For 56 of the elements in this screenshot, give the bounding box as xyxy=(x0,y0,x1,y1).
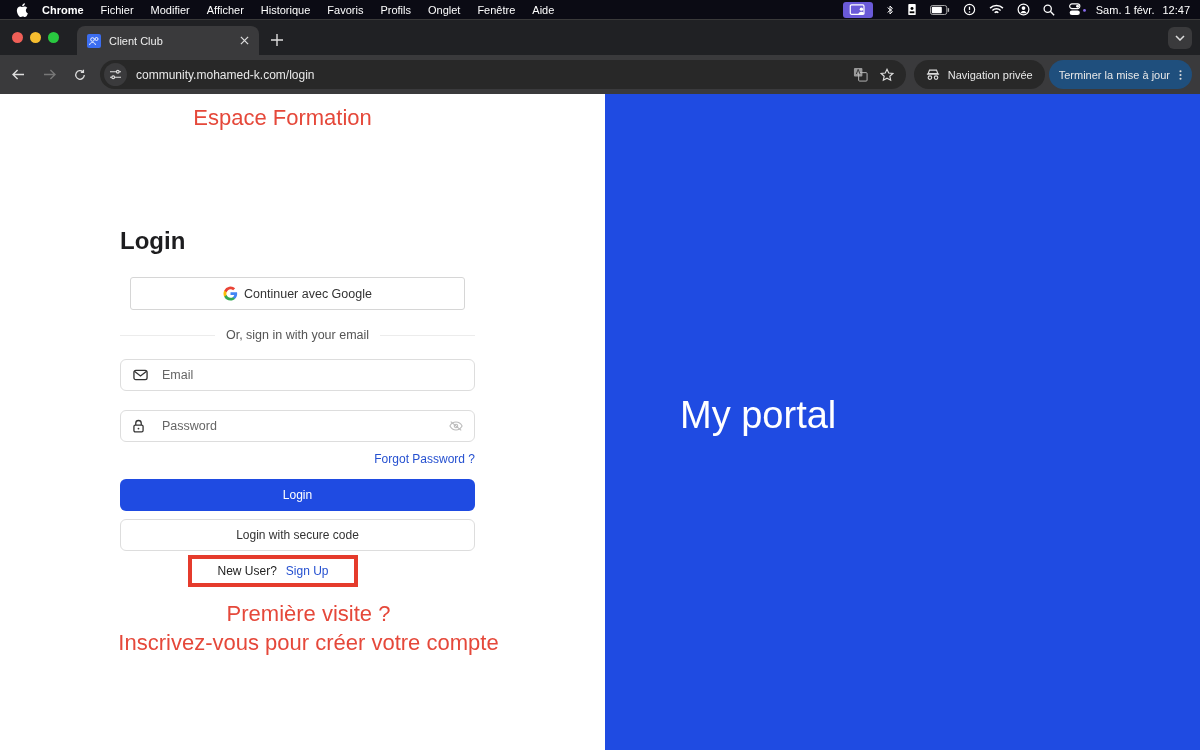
user-icon[interactable] xyxy=(1016,3,1030,16)
sign-up-link[interactable]: Sign Up xyxy=(285,564,329,578)
annotation-text: Inscrivez-vous pour créer votre compte xyxy=(118,629,499,657)
incognito-icon xyxy=(925,68,940,81)
menu-item[interactable]: Favoris xyxy=(327,3,364,16)
browser-tab[interactable]: Client Club xyxy=(77,26,259,55)
apple-logo-icon[interactable] xyxy=(16,2,28,17)
menu-item[interactable]: Chrome xyxy=(42,3,84,16)
incognito-indicator[interactable]: Navigation privée xyxy=(913,60,1045,89)
login-button[interactable]: Login xyxy=(120,479,475,511)
translate-icon[interactable] xyxy=(852,67,868,82)
menu-item[interactable]: Aide xyxy=(532,3,555,16)
menu-bar-time: 12:47 xyxy=(1162,3,1190,16)
bluetooth-icon[interactable] xyxy=(885,3,894,16)
menu-bar-date: Sam. 1 févr. xyxy=(1095,3,1155,16)
divider-text: Or, sign in with your email xyxy=(225,328,370,342)
google-sign-in-button[interactable]: Continuer avec Google xyxy=(130,277,465,310)
password-field[interactable]: Password xyxy=(120,410,475,442)
new-tab-icon[interactable] xyxy=(271,34,283,46)
annotation-text: Espace Formation xyxy=(193,105,372,131)
new-user-text: New User? xyxy=(217,564,277,578)
users-icon xyxy=(87,33,101,48)
forgot-password-link[interactable]: Forgot Password ? xyxy=(374,452,475,466)
close-icon[interactable] xyxy=(240,36,249,45)
login-title: Login xyxy=(120,227,187,255)
reload-icon[interactable] xyxy=(74,68,86,81)
menu-item[interactable]: Afficher xyxy=(206,3,244,16)
secure-code-button[interactable]: Login with secure code xyxy=(120,519,475,551)
more-icon[interactable] xyxy=(1179,68,1182,81)
menu-item[interactable]: Modifier xyxy=(150,3,190,16)
email-field[interactable]: Email xyxy=(120,359,475,391)
hero-title: My portal xyxy=(680,393,837,437)
forward-icon[interactable] xyxy=(43,69,56,80)
menu-item[interactable]: Profils xyxy=(380,3,411,16)
menu-item[interactable]: Fenêtre xyxy=(477,3,516,16)
badge-icon[interactable] xyxy=(906,3,917,16)
star-icon[interactable] xyxy=(879,67,894,82)
menu-item[interactable]: Onglet xyxy=(427,3,461,16)
minimize-window-icon[interactable] xyxy=(30,32,41,43)
screen-share-icon[interactable] xyxy=(842,1,873,18)
maximize-window-icon[interactable] xyxy=(48,32,59,43)
tab-list-button[interactable] xyxy=(1168,26,1192,49)
google-logo-icon xyxy=(223,286,239,301)
search-icon[interactable] xyxy=(1042,3,1055,16)
back-icon[interactable] xyxy=(12,69,25,80)
chevron-down-icon xyxy=(1175,34,1185,41)
menu-item[interactable]: Historique xyxy=(260,3,311,16)
battery-icon[interactable] xyxy=(929,4,950,15)
menu-item[interactable]: Fichier xyxy=(100,3,134,16)
update-button[interactable]: Terminer la mise à jour xyxy=(1048,60,1192,89)
close-window-icon[interactable] xyxy=(12,32,23,43)
address-bar[interactable]: community.mohamed-k.com/login xyxy=(100,60,906,89)
wifi-icon[interactable] xyxy=(988,4,1004,15)
site-settings-icon[interactable] xyxy=(104,63,127,86)
annotation-text: Première visite ? xyxy=(226,600,391,628)
toggles-icon[interactable] xyxy=(1067,3,1088,16)
